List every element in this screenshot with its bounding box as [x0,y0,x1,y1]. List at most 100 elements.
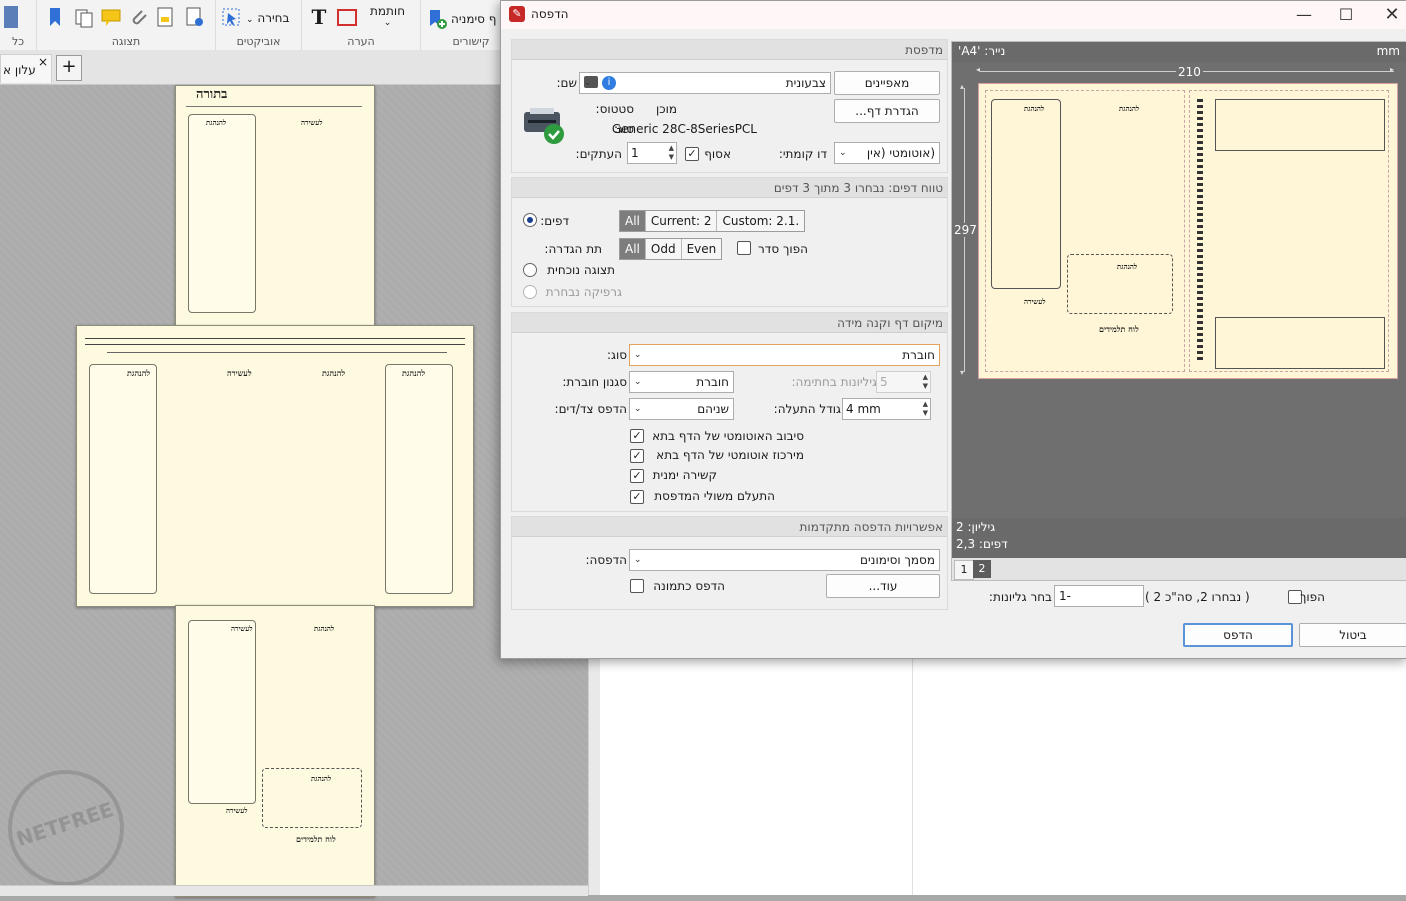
copies-spinner[interactable]: 1 ▲ ▼ [627,142,677,164]
print-what-select[interactable]: מסמך וסימונים ⌄ [629,549,940,571]
print-sides-select[interactable]: שניהם ⌄ [629,398,734,420]
app-logo-icon: ✎ [509,6,525,22]
add-tab-button[interactable]: + [56,55,82,81]
placement-type-label: סוג: [606,348,627,362]
bookmark-icon[interactable] [45,6,67,28]
subset-all-button[interactable]: All [620,239,646,259]
current-view-label: תצוגה נוכחית [547,263,615,277]
print-as-image-checkbox[interactable] [630,579,644,593]
comment-icon[interactable] [100,6,122,28]
stamp-button[interactable]: חותמת ⌄ [370,4,405,28]
duplex-label: דו קומתי: [778,147,827,161]
booklet-style-select[interactable]: חוברת ⌄ [629,371,734,393]
close-icon[interactable]: ✕ [1369,1,1406,29]
document-icon[interactable] [4,6,18,28]
select-sheets-input[interactable]: 1- [1054,585,1144,607]
placement-section: מיקום דף וקנה מידה סוג: חוברת ⌄ סגנון חוב… [511,312,948,512]
reverse-order-checkbox[interactable] [737,241,751,255]
pages-custom-button[interactable]: Custom: 2.1. [717,211,805,231]
document-tab[interactable]: עלון א × [0,54,52,83]
selected-graphic-radio[interactable] [523,285,537,299]
pages-radio[interactable] [523,213,537,227]
select-object-icon[interactable] [220,6,242,28]
page-range-header: טווח דפים: נבחרו 3 מתוך 3 דפים [512,178,947,198]
auto-center-checkbox[interactable]: ✓ [630,449,644,463]
collate-checkbox[interactable]: ✓ [685,147,699,161]
printer-name-select[interactable]: צבעונית i ⌄ [579,72,831,94]
chevron-down-icon: ⌄ [839,148,847,158]
text-tool-icon[interactable]: T [308,6,330,28]
subset-segmented-control: All Odd Even [619,238,723,260]
pages-list-label: דפים: 2,3 [956,537,1008,551]
placement-type-select[interactable]: חוברת ⌄ [629,344,940,366]
page-settings-icon[interactable] [183,6,205,28]
preview-footer: לוח תלמידים [1099,324,1139,334]
properties-button[interactable]: מאפיינים [834,71,940,95]
sheet-tab-1[interactable]: 1 [954,560,974,580]
advanced-section: אפשרויות הדפסה מתקדמות הדפסה: מסמך וסימו… [511,516,948,610]
page-subheading: לעשירה [231,624,253,633]
page-heading: להנהגת [311,774,332,783]
gutter-size-spinner[interactable]: 4 mm ▲ ▼ [842,398,931,420]
dialog-title: הדפסה [531,7,569,21]
page-setup-button[interactable]: הגדרת דף... [834,99,940,123]
document-page: לעשירה להנהגת להנהגת לעשירה לוח תלמידים [175,605,375,897]
subset-odd-button[interactable]: Odd [645,239,682,259]
auto-rotate-checkbox[interactable]: ✓ [630,429,644,443]
preview-sheet: להנהגת להנהגת להנהגת לעשירה לוח תלמידים [978,83,1398,379]
copy-pages-icon[interactable] [73,6,95,28]
subset-even-button[interactable]: Even [681,239,722,259]
right-binding-label: קשירה ימנית [652,468,717,482]
paper-height-label: 297 [954,223,977,237]
form-icon[interactable] [154,6,176,28]
chevron-down-icon: ⌄ [634,377,642,387]
current-view-radio[interactable] [523,263,537,277]
dialog-titlebar: ✎ הדפסה — ☐ ✕ [501,1,1406,29]
printer-section-header: מדפסת [512,40,947,60]
page-subheading: לעשירה [301,118,323,127]
page-heading: להנהגת [314,624,335,633]
selected-graphic-label: גרפיקה נבחרת [545,285,622,299]
pages-current-button[interactable]: Current: 2 [645,211,718,231]
add-bookmark-button[interactable]: ף סימניה [451,12,496,26]
add-bookmark-icon[interactable] [427,8,449,30]
duplex-select[interactable]: (אוטומטי (אין ⌄ [834,142,940,164]
sheet-tab-2[interactable]: 2 [973,560,991,578]
ribbon-group-label: כל [11,35,25,48]
select-button[interactable]: בחירה ⌄ [246,11,289,25]
preview-area: ◂ ▸ 210 ▴ ▾ 297 להנהגת להנהגת להנהגת לעש… [952,62,1406,518]
close-tab-icon[interactable]: × [38,55,48,69]
page-heading: להנהגת [206,118,227,127]
units-label: mm [1376,44,1400,58]
minimize-icon[interactable]: — [1281,1,1327,29]
maximize-icon[interactable]: ☐ [1323,1,1369,29]
chevron-down-icon: ⌄ [634,555,642,565]
document-tab-label: עלון א [3,63,36,77]
sheets-per-bind-label: גיליונות בחתימה: [791,375,877,389]
select-sheets-label: בחר גליונות: [988,590,1052,604]
more-button[interactable]: עוד... [826,574,940,598]
side-panel-background [600,655,1406,895]
sheet-selection-summary: ( נבחרו 2, סה"כ 2 ) [1145,590,1250,604]
print-sides-label: הדפס צד/דים: [554,402,627,416]
print-what-label: הדפסה: [585,553,627,567]
page-heading: להנהגת [127,368,151,378]
info-icon[interactable]: i [602,76,616,90]
status-label: סטטוס: [595,102,634,116]
print-button[interactable]: הדפס [1183,623,1293,647]
sheets-per-bind-spinner[interactable]: 5 ▲ ▼ [876,371,931,393]
attachment-icon[interactable] [127,6,149,28]
ribbon-group-label: הערה [347,35,375,48]
pages-label: דפים: [540,214,569,228]
ribbon-group-label: אוביקטים [236,35,281,48]
preview-subheading: לעשירה [1024,297,1046,306]
status-bar [0,885,588,896]
ribbon-group-comment: T חותמת ⌄ הערה [302,0,421,50]
pages-all-button[interactable]: All [620,211,646,231]
ignore-margins-checkbox[interactable]: ✓ [630,490,644,504]
right-binding-checkbox[interactable]: ✓ [630,469,644,483]
ribbon-group-objects: בחירה ⌄ אוביקטים [216,0,302,50]
cancel-button[interactable]: ביטול [1299,623,1406,647]
print-dialog: ✎ הדפסה — ☐ ✕ מדפסת שם: צבעונית i ⌄ מאפי… [500,0,1406,659]
rectangle-tool-icon[interactable] [336,6,358,28]
